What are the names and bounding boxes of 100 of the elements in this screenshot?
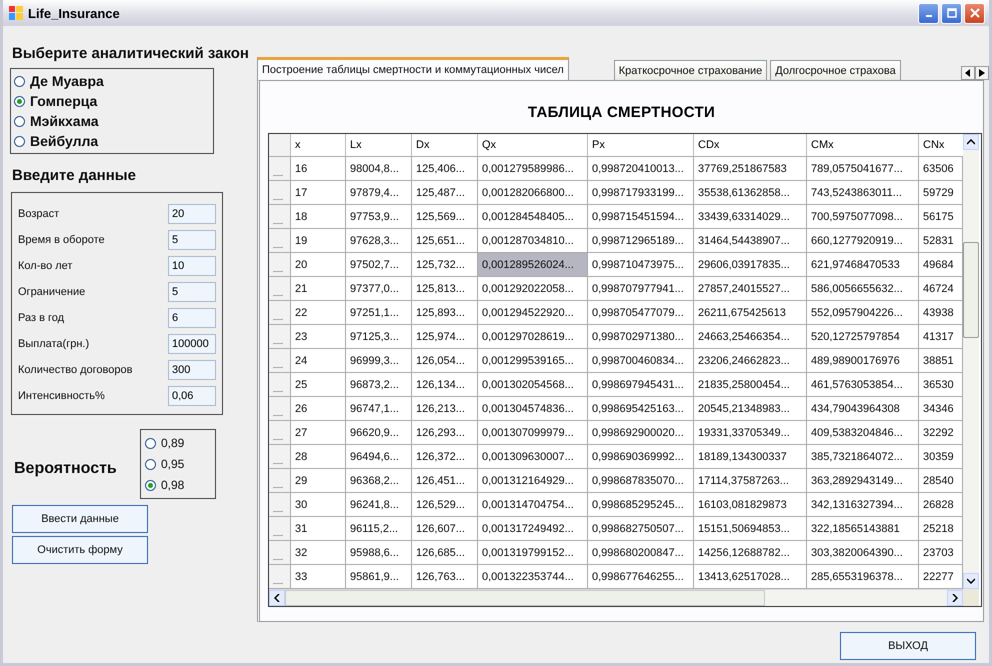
maximize-button[interactable] (941, 2, 962, 24)
column-header[interactable]: CNx (918, 134, 962, 156)
column-header[interactable]: Qx (478, 134, 588, 156)
table-cell: 16103,081829873 (694, 492, 806, 516)
horizontal-scrollbar[interactable] (268, 589, 962, 606)
row-header[interactable] (268, 516, 290, 540)
table-cell: 0,998712965189... (588, 228, 694, 252)
row-header[interactable] (268, 204, 290, 228)
form-button[interactable]: Ввести данные (12, 505, 148, 533)
input-field[interactable]: 5 (168, 282, 216, 302)
table-cell: 125,893... (412, 300, 478, 324)
table-cell: 0,998707977941... (588, 276, 694, 300)
column-header[interactable]: Lx (346, 134, 412, 156)
table-cell: 97879,4... (346, 180, 412, 204)
input-field[interactable]: 5 (168, 230, 216, 250)
table-cell: 409,5383204846... (806, 420, 918, 444)
table-cell: 95988,6... (346, 540, 412, 564)
table-cell: 0,001282066800... (478, 180, 588, 204)
row-header[interactable] (268, 468, 290, 492)
law-heading: Выберите аналитический закон (12, 44, 250, 64)
table-cell: 0,998687835070... (588, 468, 694, 492)
table-cell: 0,001284548405... (478, 204, 588, 228)
close-button[interactable] (964, 2, 985, 24)
row-header[interactable] (268, 276, 290, 300)
tab[interactable]: Краткосрочное страхование (614, 60, 768, 80)
table-cell: 0,001312164929... (478, 468, 588, 492)
table-cell: 125,651... (412, 228, 478, 252)
row-header[interactable] (268, 396, 290, 420)
input-field[interactable]: 300 (168, 360, 216, 380)
probability-radio[interactable]: 0,95 (145, 457, 211, 471)
table-cell: 126,372... (412, 444, 478, 468)
exit-button[interactable]: ВЫХОД (840, 632, 976, 660)
input-field[interactable]: 10 (168, 256, 216, 276)
table-cell: 489,98900176976 (806, 348, 918, 372)
law-radio[interactable]: Гомперца (14, 93, 210, 109)
maximize-icon (946, 8, 956, 18)
table-cell: 20545,21348983... (694, 396, 806, 420)
left-arrow-icon (965, 69, 971, 77)
table-cell: 19331,33705349... (694, 420, 806, 444)
row-header[interactable] (268, 444, 290, 468)
vertical-scrollbar[interactable] (962, 134, 978, 606)
field-label: Выплата(грн.) (18, 338, 90, 350)
row-header[interactable] (268, 372, 290, 396)
row-header[interactable] (268, 228, 290, 252)
table-cell: 0,998697945431... (588, 372, 694, 396)
table-cell: 0,001294522920... (478, 300, 588, 324)
table-cell: 0,998720410013... (588, 156, 694, 180)
table-cell: 0,001302054568... (478, 372, 588, 396)
table-cell: 125,974... (412, 324, 478, 348)
probability-radio[interactable]: 0,98 (145, 478, 211, 492)
column-header[interactable]: CDx (694, 134, 806, 156)
input-field[interactable]: 0,06 (168, 386, 216, 406)
form-button[interactable]: Очистить форму (12, 536, 148, 564)
tab[interactable]: Построение таблицы смертности и коммутационных чисел (257, 57, 569, 80)
row-header[interactable] (268, 540, 290, 564)
field-label: Интенсивность% (18, 390, 106, 402)
minimize-icon (926, 15, 932, 17)
scrollbar-thumb[interactable] (962, 242, 978, 338)
table-cell: 0,998682750507... (588, 516, 694, 540)
table-cell: 96241,8... (346, 492, 412, 516)
table-cell: 96747,1... (346, 396, 412, 420)
row-header[interactable] (268, 180, 290, 204)
table-cell: 0,998680200847... (588, 540, 694, 564)
table-cell: 18 (290, 204, 346, 228)
table-cell: 126,134... (412, 372, 478, 396)
probability-label: Вероятность (13, 460, 118, 478)
table-cell: 0,998715451594... (588, 204, 694, 228)
column-header[interactable]: Px (588, 134, 694, 156)
table-cell: 29606,03917835... (694, 252, 806, 276)
tab-scroll-right-button[interactable] (975, 66, 989, 80)
table-cell: 97251,1... (346, 300, 412, 324)
input-field[interactable]: 20 (168, 204, 216, 224)
column-header[interactable]: Dx (412, 134, 478, 156)
input-field[interactable]: 100000 (168, 334, 216, 354)
tab[interactable]: Долгосрочное страхова (770, 60, 901, 80)
table-cell: 520,12725797854 (806, 324, 918, 348)
table-title: ТАБЛИЦА СМЕРТНОСТИ (528, 104, 716, 121)
row-header[interactable] (268, 156, 290, 180)
row-header[interactable] (268, 324, 290, 348)
row-header[interactable] (268, 252, 290, 276)
column-header[interactable]: x (290, 134, 346, 156)
table-cell: 28 (290, 444, 346, 468)
tab-scroll-left-button[interactable] (961, 66, 975, 80)
table-cell: 434,79043964308 (806, 396, 918, 420)
row-header[interactable] (268, 348, 290, 372)
column-header[interactable]: CMx (806, 134, 918, 156)
input-field[interactable]: 6 (168, 308, 216, 328)
row-header[interactable] (268, 300, 290, 324)
table-cell: 125,569... (412, 204, 478, 228)
table-cell: 98004,8... (346, 156, 412, 180)
row-header[interactable] (268, 492, 290, 516)
law-radio[interactable]: Вейбулла (14, 133, 210, 149)
row-header[interactable] (268, 564, 290, 588)
row-header[interactable] (268, 420, 290, 444)
probability-radio[interactable]: 0,89 (145, 436, 211, 450)
table-cell: 0,998702971380... (588, 324, 694, 348)
table-cell: 96999,3... (346, 348, 412, 372)
law-radio[interactable]: Мэйкхама (14, 113, 210, 129)
minimize-button[interactable] (918, 2, 939, 24)
law-radio[interactable]: Де Муавра (14, 73, 210, 89)
